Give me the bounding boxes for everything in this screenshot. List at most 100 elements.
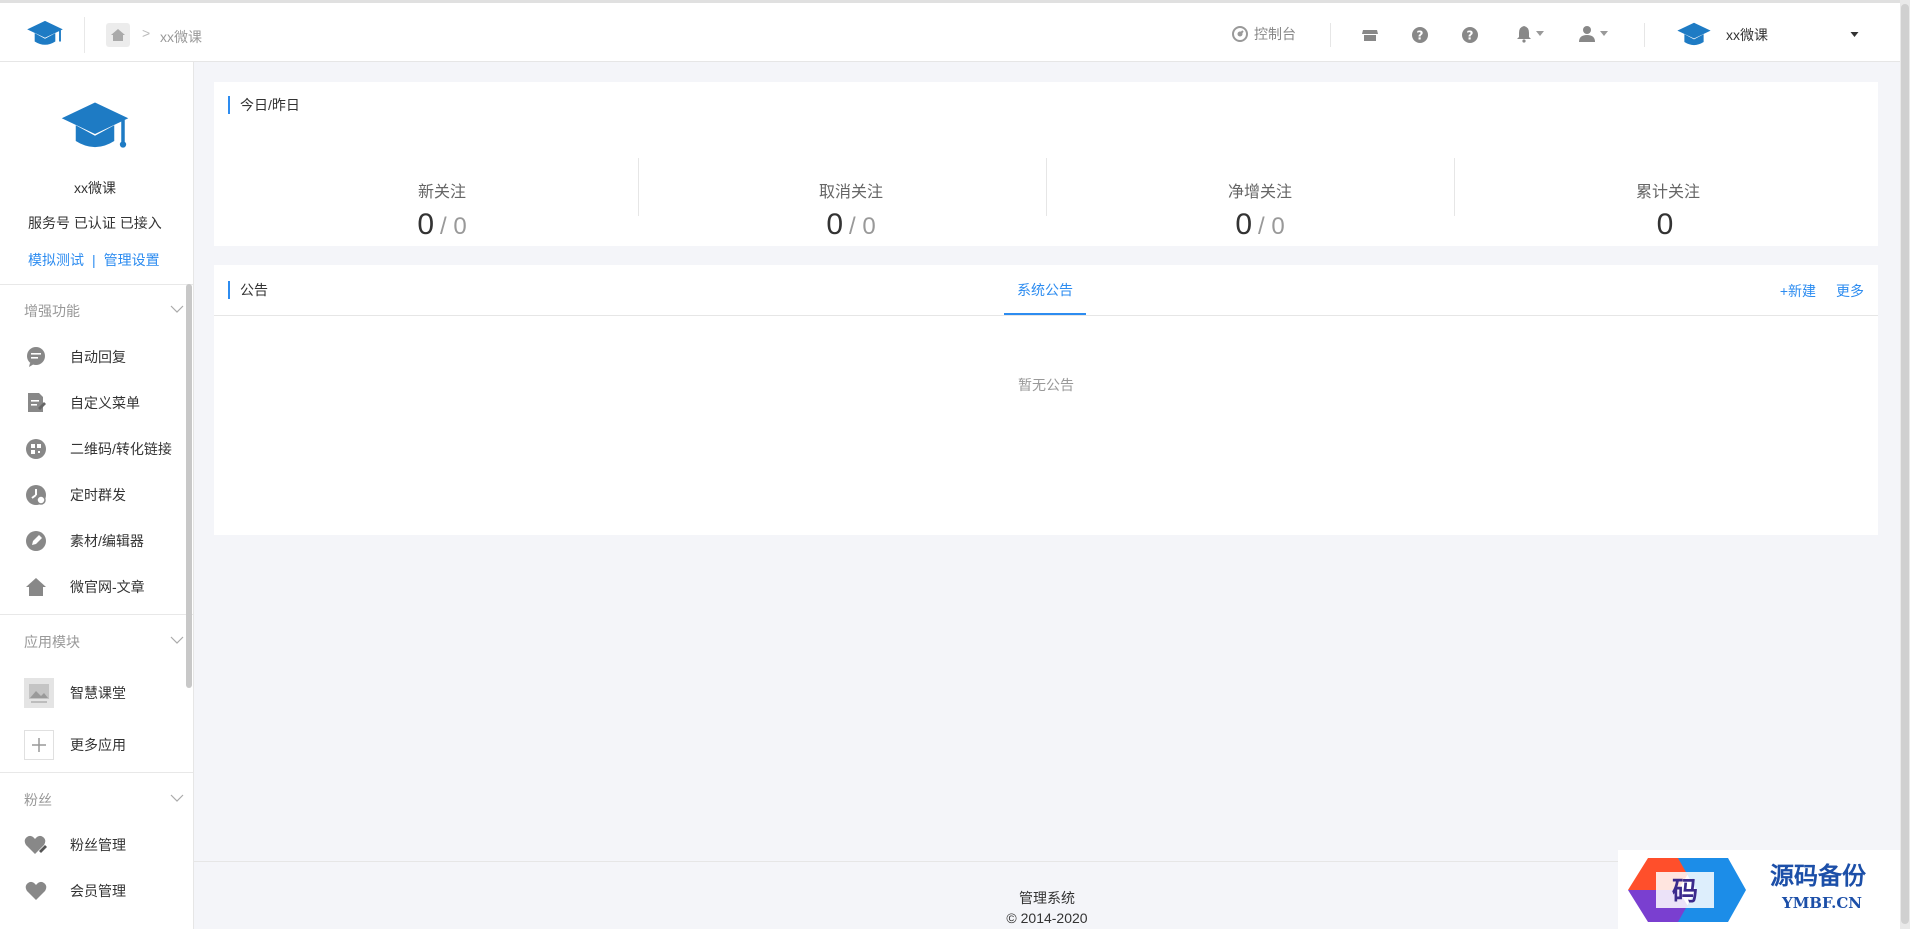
bell-icon bbox=[1517, 26, 1531, 43]
stat-today: 0 bbox=[1656, 208, 1674, 241]
home-button[interactable] bbox=[106, 23, 130, 47]
group-divider bbox=[0, 614, 193, 615]
graduation-cap-logo-icon bbox=[61, 102, 129, 148]
store-icon[interactable] bbox=[1360, 25, 1380, 45]
manage-settings-link[interactable]: 管理设置 bbox=[104, 252, 160, 268]
top-bar: > xx微课 控制台 ? ? xx微课 bbox=[0, 0, 1900, 62]
menu-item-member-manage[interactable]: 会员管理 bbox=[24, 876, 184, 906]
user-icon bbox=[1579, 26, 1595, 42]
svg-text:YMBF.CN: YMBF.CN bbox=[1781, 894, 1862, 912]
account-name: xx微课 bbox=[1726, 27, 1768, 43]
graduation-cap-avatar-icon bbox=[1677, 22, 1711, 46]
stat-value: 0 bbox=[1464, 208, 1872, 242]
group-divider bbox=[0, 284, 193, 285]
group-title: 应用模块 bbox=[24, 634, 80, 650]
help-icon[interactable]: ? bbox=[1410, 25, 1430, 45]
stat-label: 累计关注 bbox=[1635, 184, 1700, 201]
breadcrumb[interactable]: xx微课 bbox=[160, 27, 202, 47]
menu-item-materials[interactable]: 素材/编辑器 bbox=[24, 526, 184, 556]
stat-yesterday: / 0 bbox=[1258, 213, 1285, 240]
notice-title: 公告 bbox=[228, 281, 268, 299]
dashboard-icon bbox=[1232, 26, 1248, 42]
menu-item-label: 会员管理 bbox=[70, 883, 126, 899]
stat-net-follow: 净增关注 0/ 0 bbox=[1056, 178, 1464, 242]
breadcrumb-separator: > bbox=[142, 25, 151, 41]
console-link[interactable]: 控制台 bbox=[1232, 3, 1296, 65]
question-icon[interactable]: ? bbox=[1460, 25, 1480, 45]
top-divider bbox=[84, 17, 85, 53]
menu-item-label: 定时群发 bbox=[70, 487, 126, 503]
link-separator: | bbox=[92, 252, 96, 268]
menu-item-label: 更多应用 bbox=[70, 737, 126, 753]
group-divider bbox=[0, 772, 193, 773]
chevron-down-icon bbox=[170, 305, 184, 313]
house-icon bbox=[24, 575, 48, 599]
tab-system-notice[interactable]: 系统公告 bbox=[1004, 265, 1086, 315]
plus-icon bbox=[24, 730, 54, 760]
menu-item-label: 二维码/转化链接 bbox=[70, 441, 172, 457]
menu-item-label: 自定义菜单 bbox=[70, 395, 140, 411]
account-links: 模拟测试 | 管理设置 bbox=[28, 250, 160, 270]
account-meta: 服务号 已认证 已接入 bbox=[28, 215, 162, 231]
group-header-app-modules[interactable]: 应用模块 bbox=[24, 632, 184, 652]
menu-item-custom-menu[interactable]: 自定义菜单 bbox=[24, 388, 184, 418]
chat-icon bbox=[24, 345, 48, 369]
stat-label: 净增关注 bbox=[1227, 184, 1292, 201]
sidebar: xx微课 服务号 已认证 已接入 模拟测试 | 管理设置 增强功能 自动回复 自定义… bbox=[0, 62, 194, 929]
menu-item-label: 自动回复 bbox=[70, 349, 126, 365]
menu-item-label: 智慧课堂 bbox=[70, 685, 126, 701]
stats-title: 今日/昨日 bbox=[228, 96, 300, 114]
stat-new-follow: 新关注 0/ 0 bbox=[238, 178, 646, 242]
sidebar-scrollbar[interactable] bbox=[186, 284, 192, 688]
menu-item-label: 素材/编辑器 bbox=[70, 533, 144, 549]
console-label: 控制台 bbox=[1254, 26, 1296, 42]
stat-value: 0/ 0 bbox=[238, 208, 646, 242]
svg-text:?: ? bbox=[1417, 29, 1424, 43]
stat-value: 0/ 0 bbox=[647, 208, 1055, 242]
menu-item-auto-reply[interactable]: 自动回复 bbox=[24, 342, 184, 372]
header-separator bbox=[1330, 23, 1331, 47]
group-header-enhanced[interactable]: 增强功能 bbox=[24, 301, 184, 321]
caret-down-icon bbox=[1536, 31, 1544, 36]
notice-divider bbox=[214, 315, 1878, 316]
more-notice-link[interactable]: 更多 bbox=[1836, 281, 1864, 301]
group-title: 粉丝 bbox=[24, 792, 52, 808]
menu-item-smart-classroom[interactable]: 智慧课堂 bbox=[24, 676, 184, 710]
stat-divider bbox=[1454, 158, 1455, 216]
stat-unfollow: 取消关注 0/ 0 bbox=[647, 178, 1055, 242]
menu-item-qrcode[interactable]: 二维码/转化链接 bbox=[24, 434, 184, 464]
stat-today: 0 bbox=[826, 208, 843, 241]
stat-divider bbox=[1046, 158, 1047, 216]
user-menu[interactable] bbox=[1578, 25, 1608, 43]
new-notice-button[interactable]: +新建 bbox=[1780, 281, 1816, 301]
edit-doc-icon bbox=[24, 391, 48, 415]
menu-item-scheduled-send[interactable]: 定时群发 bbox=[24, 480, 184, 510]
notification-menu[interactable] bbox=[1516, 25, 1544, 43]
stats-card: 今日/昨日 新关注 0/ 0 取消关注 0/ 0 净增关注 0/ 0 累计关注 … bbox=[214, 82, 1878, 246]
svg-text:码: 码 bbox=[1672, 877, 1698, 907]
menu-item-fans-manage[interactable]: 粉丝管理 bbox=[24, 830, 184, 860]
menu-item-more-apps[interactable]: 更多应用 bbox=[24, 728, 184, 762]
qrcode-icon bbox=[24, 437, 48, 461]
notice-actions: +新建 更多 bbox=[1780, 281, 1864, 301]
menu-item-micro-site[interactable]: 微官网-文章 bbox=[24, 572, 184, 602]
simulate-test-link[interactable]: 模拟测试 bbox=[28, 252, 84, 268]
heart-icon bbox=[24, 879, 48, 903]
account-switcher[interactable]: xx微课 bbox=[1676, 21, 1859, 49]
stat-total-follow: 累计关注 0 bbox=[1464, 178, 1872, 242]
stat-label: 新关注 bbox=[417, 184, 466, 201]
stat-label: 取消关注 bbox=[818, 184, 883, 201]
window-scrollbar[interactable] bbox=[1901, 4, 1909, 924]
caret-down-icon bbox=[1600, 31, 1608, 36]
menu-item-label: 微官网-文章 bbox=[70, 579, 145, 595]
stat-yesterday: / 0 bbox=[440, 213, 467, 240]
svg-text:源码备份: 源码备份 bbox=[1770, 861, 1867, 890]
group-header-fans[interactable]: 粉丝 bbox=[24, 790, 184, 810]
stat-yesterday: / 0 bbox=[849, 213, 876, 240]
watermark-emblem-icon: 码 源码备份 YMBF.CN bbox=[1628, 858, 1867, 922]
menu-item-label: 粉丝管理 bbox=[70, 837, 126, 853]
graduation-cap-logo-icon[interactable] bbox=[26, 19, 64, 49]
chevron-down-icon bbox=[170, 636, 184, 644]
stat-divider bbox=[638, 158, 639, 216]
home-icon bbox=[111, 29, 125, 41]
